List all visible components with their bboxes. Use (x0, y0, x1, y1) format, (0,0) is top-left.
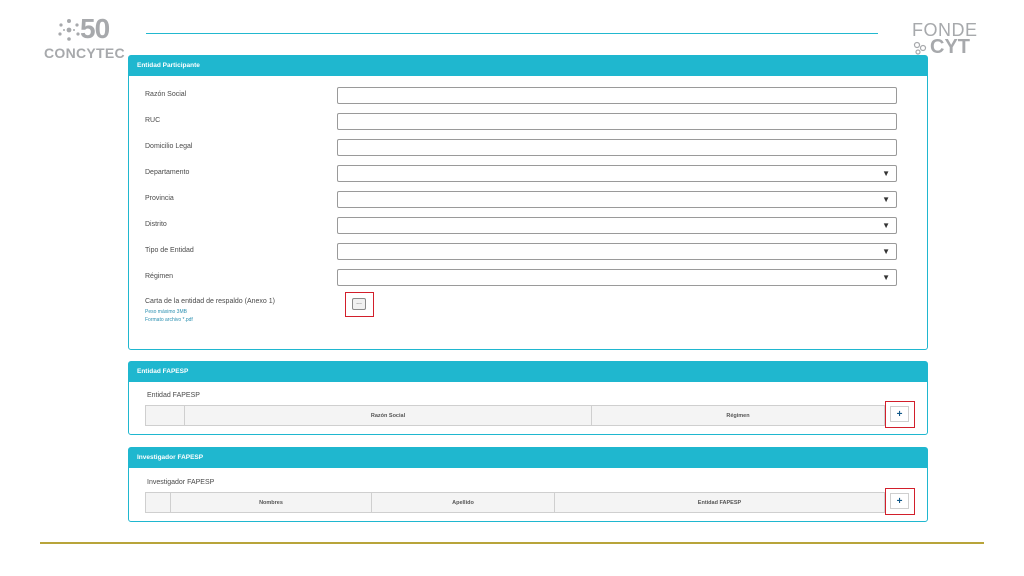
field-label: Domicilio Legal (145, 143, 193, 150)
ruc-input[interactable] (337, 113, 897, 130)
molecule-dots-icon (913, 41, 927, 55)
entidad-participante-panel: Entidad Participante Razón Social RUC Do… (128, 55, 928, 350)
distrito-select[interactable]: ▼ (337, 217, 897, 234)
tipo-entidad-select[interactable]: ▼ (337, 243, 897, 260)
column-header: Entidad FAPESP (697, 500, 742, 506)
column-header: Apellido (372, 493, 555, 512)
header-divider (146, 33, 878, 34)
domicilio-legal-input[interactable] (337, 139, 897, 156)
table-caption: Investigador FAPESP (147, 479, 215, 486)
form-row-tipo-entidad: Tipo de Entidad ▼ (145, 243, 897, 261)
molecule-dots-icon (58, 19, 80, 41)
column-header: Razón Social (185, 406, 592, 425)
add-investigador-button[interactable]: + (890, 493, 909, 509)
form-row-provincia: Provincia ▼ (145, 191, 897, 209)
panel-title: Entidad FAPESP (129, 362, 927, 382)
footer-divider (40, 542, 984, 544)
carta-respaldo-upload: Carta de la entidad de respaldo (Anexo 1… (145, 292, 374, 324)
field-label: RUC (145, 117, 161, 124)
add-button-highlight: + (885, 401, 915, 428)
concytec-logo: 50 CONCYTEC (44, 13, 125, 62)
form-row-departamento: Departamento ▼ (145, 165, 897, 183)
razon-social-input[interactable] (337, 87, 897, 104)
column-header: Nombres (171, 493, 372, 512)
form-row-domicilio-legal: Domicilio Legal (145, 139, 897, 157)
logo-fondecyt-line2: CYT (930, 36, 970, 58)
panel-title: Entidad Participante (129, 56, 927, 76)
investigador-fapesp-table-header: Nombres Apellido Entidad FAPESP (145, 492, 885, 513)
file-button-highlight: ... (345, 292, 374, 317)
field-label: Tipo de Entidad (145, 247, 194, 254)
form-row-ruc: RUC (145, 113, 897, 131)
form-row-regimen: Régimen ▼ (145, 269, 897, 287)
dropdown-arrow-icon: ▼ (882, 221, 890, 230)
form-row-razon-social: Razón Social (145, 87, 897, 105)
column-header: Régimen (726, 413, 750, 419)
dropdown-arrow-icon: ▼ (882, 195, 890, 204)
entidad-fapesp-table-header: Razón Social Régimen (145, 405, 885, 426)
browse-file-button[interactable]: ... (352, 298, 366, 310)
investigador-fapesp-panel: Investigador FAPESP Investigador FAPESP … (128, 447, 928, 522)
logo-anniversary-number: 50 (80, 13, 110, 44)
logo-concytec-text: CONCYTEC (44, 45, 125, 61)
form-row-distrito: Distrito ▼ (145, 217, 897, 235)
column-header (146, 406, 185, 425)
add-button-highlight: + (885, 488, 915, 515)
field-label: Régimen (145, 273, 174, 280)
field-label: Departamento (145, 169, 190, 176)
departamento-select[interactable]: ▼ (337, 165, 897, 182)
entidad-fapesp-panel: Entidad FAPESP Entidad FAPESP Razón Soci… (128, 361, 928, 435)
file-size-hint: Peso máximo 3MB (145, 309, 187, 315)
dropdown-arrow-icon: ▼ (882, 247, 890, 256)
panel-title: Investigador FAPESP (129, 448, 927, 468)
regimen-select[interactable]: ▼ (337, 269, 897, 286)
add-entidad-button[interactable]: + (890, 406, 909, 422)
provincia-select[interactable]: ▼ (337, 191, 897, 208)
field-label: Provincia (145, 195, 174, 202)
file-label: Carta de la entidad de respaldo (Anexo 1… (145, 298, 275, 305)
file-format-hint: Formato archivo *.pdf (145, 317, 193, 323)
table-caption: Entidad FAPESP (147, 392, 200, 399)
field-label: Distrito (145, 221, 167, 228)
field-label: Razón Social (145, 91, 187, 98)
column-header (146, 493, 171, 512)
dropdown-arrow-icon: ▼ (882, 169, 890, 178)
dropdown-arrow-icon: ▼ (882, 273, 890, 282)
